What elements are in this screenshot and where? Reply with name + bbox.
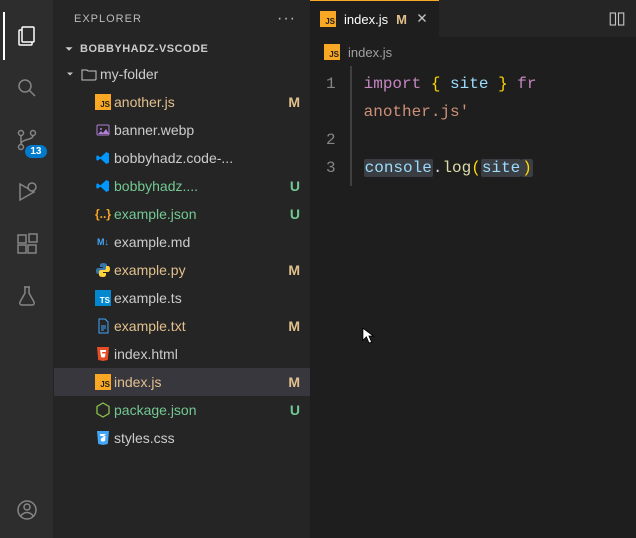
md-file-icon: M↓ — [97, 237, 109, 247]
run-debug-activity[interactable] — [3, 168, 51, 216]
image-file-icon — [95, 122, 111, 138]
code-line: another.js' — [364, 98, 537, 126]
breadcrumb[interactable]: JS index.js — [310, 38, 636, 66]
file-git-status: M — [286, 374, 300, 390]
explorer-sidebar: EXPLORER ··· BOBBYHADZ-VSCODE my-folder J… — [54, 0, 310, 538]
breadcrumb-file: index.js — [348, 45, 392, 60]
line-gutter: 1 2 3 — [310, 66, 350, 186]
editor-area: JS index.js M JS index.js 1 2 3 import {… — [310, 0, 636, 538]
chevron-down-icon — [64, 68, 76, 80]
mouse-cursor-icon — [362, 326, 376, 346]
sidebar-title: EXPLORER — [74, 13, 142, 25]
source-control-activity[interactable]: 13 — [3, 116, 51, 164]
sidebar-header: EXPLORER ··· — [54, 0, 310, 38]
close-icon — [415, 11, 429, 25]
activity-bar: 13 — [0, 0, 54, 538]
files-icon — [15, 24, 39, 48]
file-git-status: U — [286, 206, 300, 222]
vscode-file-icon — [95, 150, 111, 166]
file-row[interactable]: {..}example.jsonU — [54, 200, 310, 228]
file-row[interactable]: package.jsonU — [54, 396, 310, 424]
file-row[interactable]: index.html — [54, 340, 310, 368]
file-row[interactable]: example.pyM — [54, 256, 310, 284]
file-label: example.txt — [114, 318, 286, 334]
css-file-icon — [95, 430, 111, 446]
search-activity[interactable] — [3, 64, 51, 112]
js-file-icon: JS — [320, 11, 336, 27]
file-row[interactable]: example.txtM — [54, 312, 310, 340]
ts-file-icon: TS — [95, 290, 111, 306]
file-label: banner.webp — [114, 122, 286, 138]
code-line — [364, 126, 537, 154]
file-row[interactable]: styles.css — [54, 424, 310, 452]
file-git-status: M — [286, 94, 300, 110]
tab-close-button[interactable] — [415, 11, 429, 28]
vscode-file-icon — [95, 178, 111, 194]
js-file-icon: JS — [95, 94, 111, 110]
accounts-activity[interactable] — [3, 486, 51, 534]
code-line: import { site } fr — [364, 70, 537, 98]
file-label: bobbyhadz.code-... — [114, 150, 286, 166]
code-line: console.log(site) — [364, 154, 537, 182]
file-label: index.html — [114, 346, 286, 362]
extensions-activity[interactable] — [3, 220, 51, 268]
search-icon — [15, 76, 39, 100]
file-label: example.md — [114, 234, 286, 250]
project-name: BOBBYHADZ-VSCODE — [80, 43, 208, 55]
file-tree: my-folderJSanother.jsMbanner.webpbobbyha… — [54, 60, 310, 538]
file-label: example.ts — [114, 290, 286, 306]
tab-toolbar[interactable] — [598, 0, 636, 37]
file-label: example.py — [114, 262, 286, 278]
tab-git-status: M — [396, 12, 407, 27]
source-control-badge: 13 — [25, 145, 46, 158]
file-label: styles.css — [114, 430, 286, 446]
python-file-icon — [95, 262, 111, 278]
node-file-icon — [95, 402, 111, 418]
code-editor[interactable]: 1 2 3 import { site } fr another.js' con… — [310, 66, 636, 186]
file-label: index.js — [114, 374, 286, 390]
js-file-icon: JS — [95, 374, 111, 390]
file-row[interactable]: M↓ example.md — [54, 228, 310, 256]
file-label: example.json — [114, 206, 286, 222]
html-file-icon — [95, 346, 111, 362]
file-row[interactable]: TSexample.ts — [54, 284, 310, 312]
file-row[interactable]: bobbyhadz....U — [54, 172, 310, 200]
json-file-icon: {..} — [95, 207, 111, 221]
sidebar-more-button[interactable]: ··· — [277, 10, 296, 28]
tab-label: index.js — [344, 12, 388, 27]
account-icon — [15, 498, 39, 522]
file-git-status: M — [286, 262, 300, 278]
chevron-down-icon — [62, 42, 76, 56]
js-file-icon: JS — [324, 44, 340, 60]
split-compare-icon — [608, 10, 626, 28]
folder-open-icon — [81, 66, 97, 82]
file-git-status: U — [286, 178, 300, 194]
file-row[interactable]: banner.webp — [54, 116, 310, 144]
flask-icon — [15, 284, 39, 308]
file-row[interactable]: bobbyhadz.code-... — [54, 144, 310, 172]
line-number: 1 — [326, 70, 336, 98]
file-row[interactable]: JSindex.jsM — [54, 368, 310, 396]
file-git-status: U — [286, 402, 300, 418]
file-label: package.json — [114, 402, 286, 418]
folder-row[interactable]: my-folder — [54, 60, 310, 88]
testing-activity[interactable] — [3, 272, 51, 320]
line-number: 3 — [326, 154, 336, 182]
explorer-activity[interactable] — [3, 12, 51, 60]
file-label: bobbyhadz.... — [114, 178, 286, 194]
file-row[interactable]: JSanother.jsM — [54, 88, 310, 116]
tab-index-js[interactable]: JS index.js M — [310, 0, 439, 37]
editor-tabs: JS index.js M — [310, 0, 636, 38]
project-header[interactable]: BOBBYHADZ-VSCODE — [54, 38, 310, 60]
play-bug-icon — [15, 180, 39, 204]
line-number: 2 — [326, 126, 336, 154]
code-buffer[interactable]: import { site } fr another.js' console.l… — [350, 66, 537, 186]
extensions-icon — [15, 232, 39, 256]
file-git-status: M — [286, 318, 300, 334]
file-label: another.js — [114, 94, 286, 110]
folder-label: my-folder — [100, 66, 300, 82]
text-file-icon — [95, 318, 111, 334]
